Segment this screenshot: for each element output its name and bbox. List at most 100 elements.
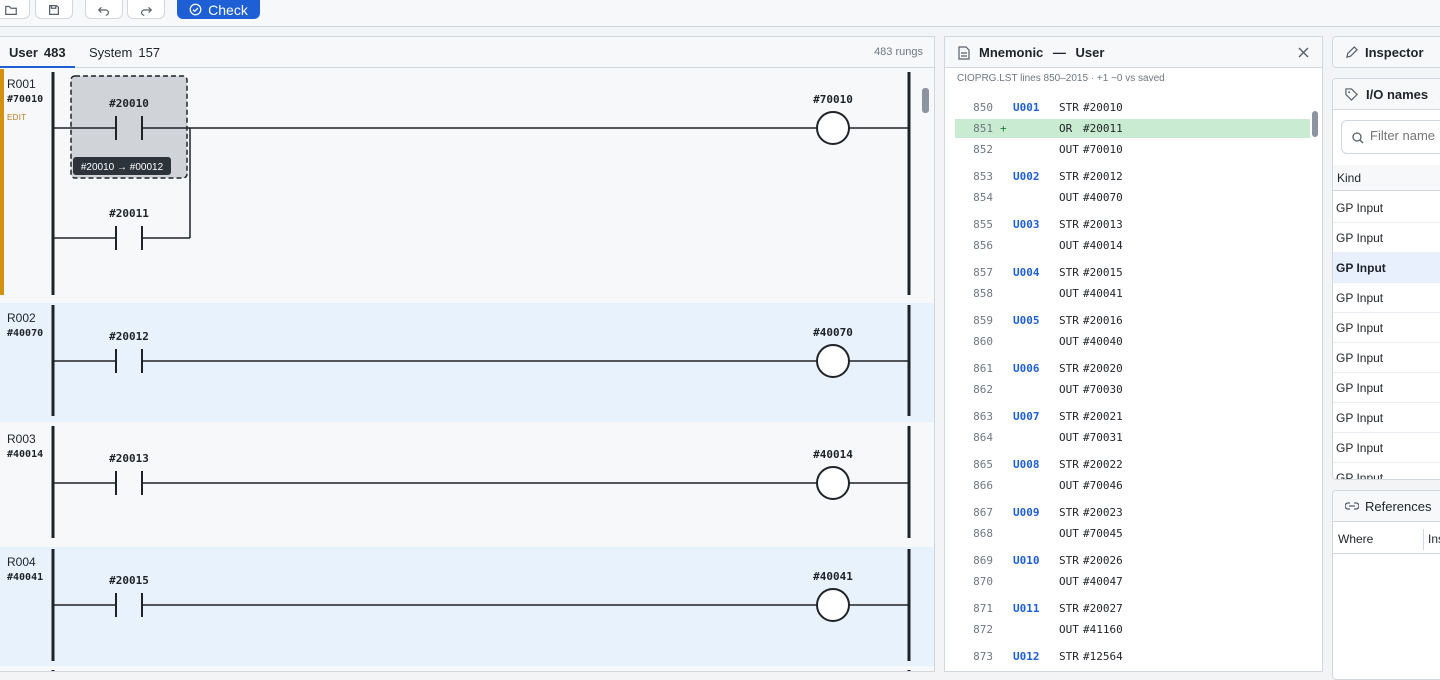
redo-icon (141, 6, 153, 16)
search-icon (1352, 132, 1364, 144)
mnemonic-line[interactable]: 854 OUT #40070 (955, 188, 1310, 207)
mnemonic-scrollbar[interactable] (1312, 111, 1318, 137)
mnemonic-num: 873 (973, 650, 993, 663)
mnemonic-line-added[interactable]: 851 + OR #20011 (955, 119, 1310, 138)
mnemonic-rung: U004 (1013, 266, 1040, 279)
mnemonic-num: 862 (973, 383, 993, 396)
io-names-title: I/O names (1366, 87, 1429, 102)
mnemonic-num: 858 (973, 287, 993, 300)
coil-label: #40070 (813, 326, 853, 339)
io-row[interactable]: GP Input (1333, 283, 1440, 313)
mnemonic-arg: #20022 (1083, 458, 1123, 471)
io-row[interactable]: GP Input (1333, 193, 1440, 223)
mnemonic-arg: #40070 (1083, 191, 1123, 204)
mnemonic-scope: User (1075, 45, 1105, 60)
mnemonic-op: STR (1059, 218, 1079, 231)
mnemonic-line[interactable]: 850 U001 STR #20010 (955, 98, 1310, 117)
mnemonic-arg: #20011 (1083, 122, 1123, 135)
io-names-panel: I/O names 1 Kind GP InputGP InputGP Inpu… (1332, 78, 1440, 480)
mnemonic-mark: + (1000, 122, 1007, 135)
mnemonic-line[interactable]: 869 U010 STR #20026 (955, 551, 1310, 570)
mnemonic-arg: #20020 (1083, 362, 1123, 375)
filter-input-box[interactable] (1341, 120, 1440, 154)
mnemonic-line[interactable]: 859 U005 STR #20016 (955, 311, 1310, 330)
mnemonic-line[interactable]: 870 OUT #40047 (955, 572, 1310, 591)
mnemonic-line[interactable]: 861 U006 STR #20020 (955, 359, 1310, 378)
io-row[interactable]: GP Input (1333, 463, 1440, 479)
tab-user[interactable]: User 483 (0, 37, 75, 68)
mnemonic-line[interactable]: 872 OUT #41160 (955, 620, 1310, 639)
rung-r003[interactable]: R003 #40014 #20013 #40014 (0, 424, 934, 544)
undo-icon (97, 6, 109, 16)
save-icon (49, 4, 59, 15)
mnemonic-line[interactable]: 866 OUT #70046 (955, 476, 1310, 495)
io-names-header[interactable]: I/O names 1 (1333, 79, 1440, 110)
coil-70010 (816, 111, 850, 145)
mnemonic-line[interactable]: 852 OUT #70010 (955, 140, 1310, 159)
mnemonic-line[interactable]: 853 U002 STR #20012 (955, 167, 1310, 186)
mnemonic-line[interactable]: 867 U009 STR #20023 (955, 503, 1310, 522)
ladder-panel: User 483 System 157 483 rungs R001 #70010 … (0, 36, 935, 672)
io-row[interactable]: GP Input (1333, 373, 1440, 403)
col-where[interactable]: Where (1338, 525, 1373, 554)
mnemonic-arg: #20026 (1083, 554, 1123, 567)
mnemonic-line[interactable]: 856 OUT #40014 (955, 236, 1310, 255)
mnemonic-op: OUT (1059, 527, 1079, 540)
mnemonic-num: 851 (973, 122, 993, 135)
mnemonic-num: 859 (973, 314, 993, 327)
mnemonic-line[interactable]: 860 OUT #40040 (955, 332, 1310, 351)
mnemonic-line[interactable]: 871 U011 STR #20027 (955, 599, 1310, 618)
references-header[interactable]: References (1333, 491, 1440, 522)
open-button[interactable] (0, 0, 30, 19)
ladder-scrollbar[interactable] (922, 88, 929, 113)
mnemonic-arg: #70030 (1083, 383, 1123, 396)
mnemonic-line[interactable]: 873 U012 STR #12564 (955, 647, 1310, 666)
mnemonic-line[interactable]: 868 OUT #70045 (955, 524, 1310, 543)
rung-r004[interactable]: R004 #40041 #20015 #40041 (0, 547, 934, 666)
mnemonic-num: 850 (973, 101, 993, 114)
mnemonic-num: 863 (973, 410, 993, 423)
mnemonic-num: 861 (973, 362, 993, 375)
pencil-icon (1346, 46, 1358, 58)
mnemonic-title-sep: — (1052, 45, 1066, 60)
mnemonic-arg: #70010 (1083, 143, 1123, 156)
mnemonic-line[interactable]: 862 OUT #70030 (955, 380, 1310, 399)
close-icon[interactable] (1298, 47, 1309, 58)
mnemonic-line[interactable]: 863 U007 STR #20021 (955, 407, 1310, 426)
mnemonic-line[interactable]: 858 OUT #40041 (955, 284, 1310, 303)
io-row[interactable]: GP Input (1333, 253, 1440, 283)
references-title: References (1365, 499, 1432, 514)
io-row[interactable]: GP Input (1333, 313, 1440, 343)
rung-r002[interactable]: R002 #40070 #20012 #40070 (0, 303, 934, 422)
mnemonic-line[interactable]: 865 U008 STR #20022 (955, 455, 1310, 474)
mnemonic-op: OR (1059, 122, 1073, 135)
rung-r001[interactable]: R001 #70010 EDIT #20010 → #00012 #20010 … (0, 69, 934, 301)
mnemonic-line[interactable]: 857 U004 STR #20015 (955, 263, 1310, 282)
io-row[interactable]: GP Input (1333, 223, 1440, 253)
io-row[interactable]: GP Input (1333, 403, 1440, 433)
mnemonic-arg: #20027 (1083, 602, 1123, 615)
tab-system[interactable]: System 157 (89, 37, 160, 68)
branch-contact-label: #20011 (109, 207, 149, 220)
mnemonic-op: OUT (1059, 479, 1079, 492)
inspector-header[interactable]: Inspector 20 (1333, 37, 1440, 67)
mnemonic-rung: U001 (1013, 101, 1040, 114)
col-ins[interactable]: Ins (1428, 525, 1440, 554)
mnemonic-op: OUT (1059, 623, 1079, 636)
mnemonic-arg: #20021 (1083, 410, 1123, 423)
mnemonic-rung: U002 (1013, 170, 1040, 183)
contact-label: #20015 (109, 574, 149, 587)
redo-button[interactable] (127, 0, 165, 19)
col-kind-header[interactable]: Kind (1333, 165, 1440, 191)
save-button[interactable] (35, 0, 73, 19)
mnemonic-line[interactable]: 855 U003 STR #20013 (955, 215, 1310, 234)
io-row[interactable]: GP Input (1333, 433, 1440, 463)
coil-label: #40041 (813, 570, 853, 583)
check-button[interactable]: Check (177, 0, 260, 19)
undo-button[interactable] (85, 0, 123, 19)
filter-input[interactable] (1370, 128, 1440, 143)
mnemonic-line[interactable]: 864 OUT #70031 (955, 428, 1310, 447)
io-row[interactable]: GP Input (1333, 343, 1440, 373)
mnemonic-num: 870 (973, 575, 993, 588)
mnemonic-op: OUT (1059, 575, 1079, 588)
